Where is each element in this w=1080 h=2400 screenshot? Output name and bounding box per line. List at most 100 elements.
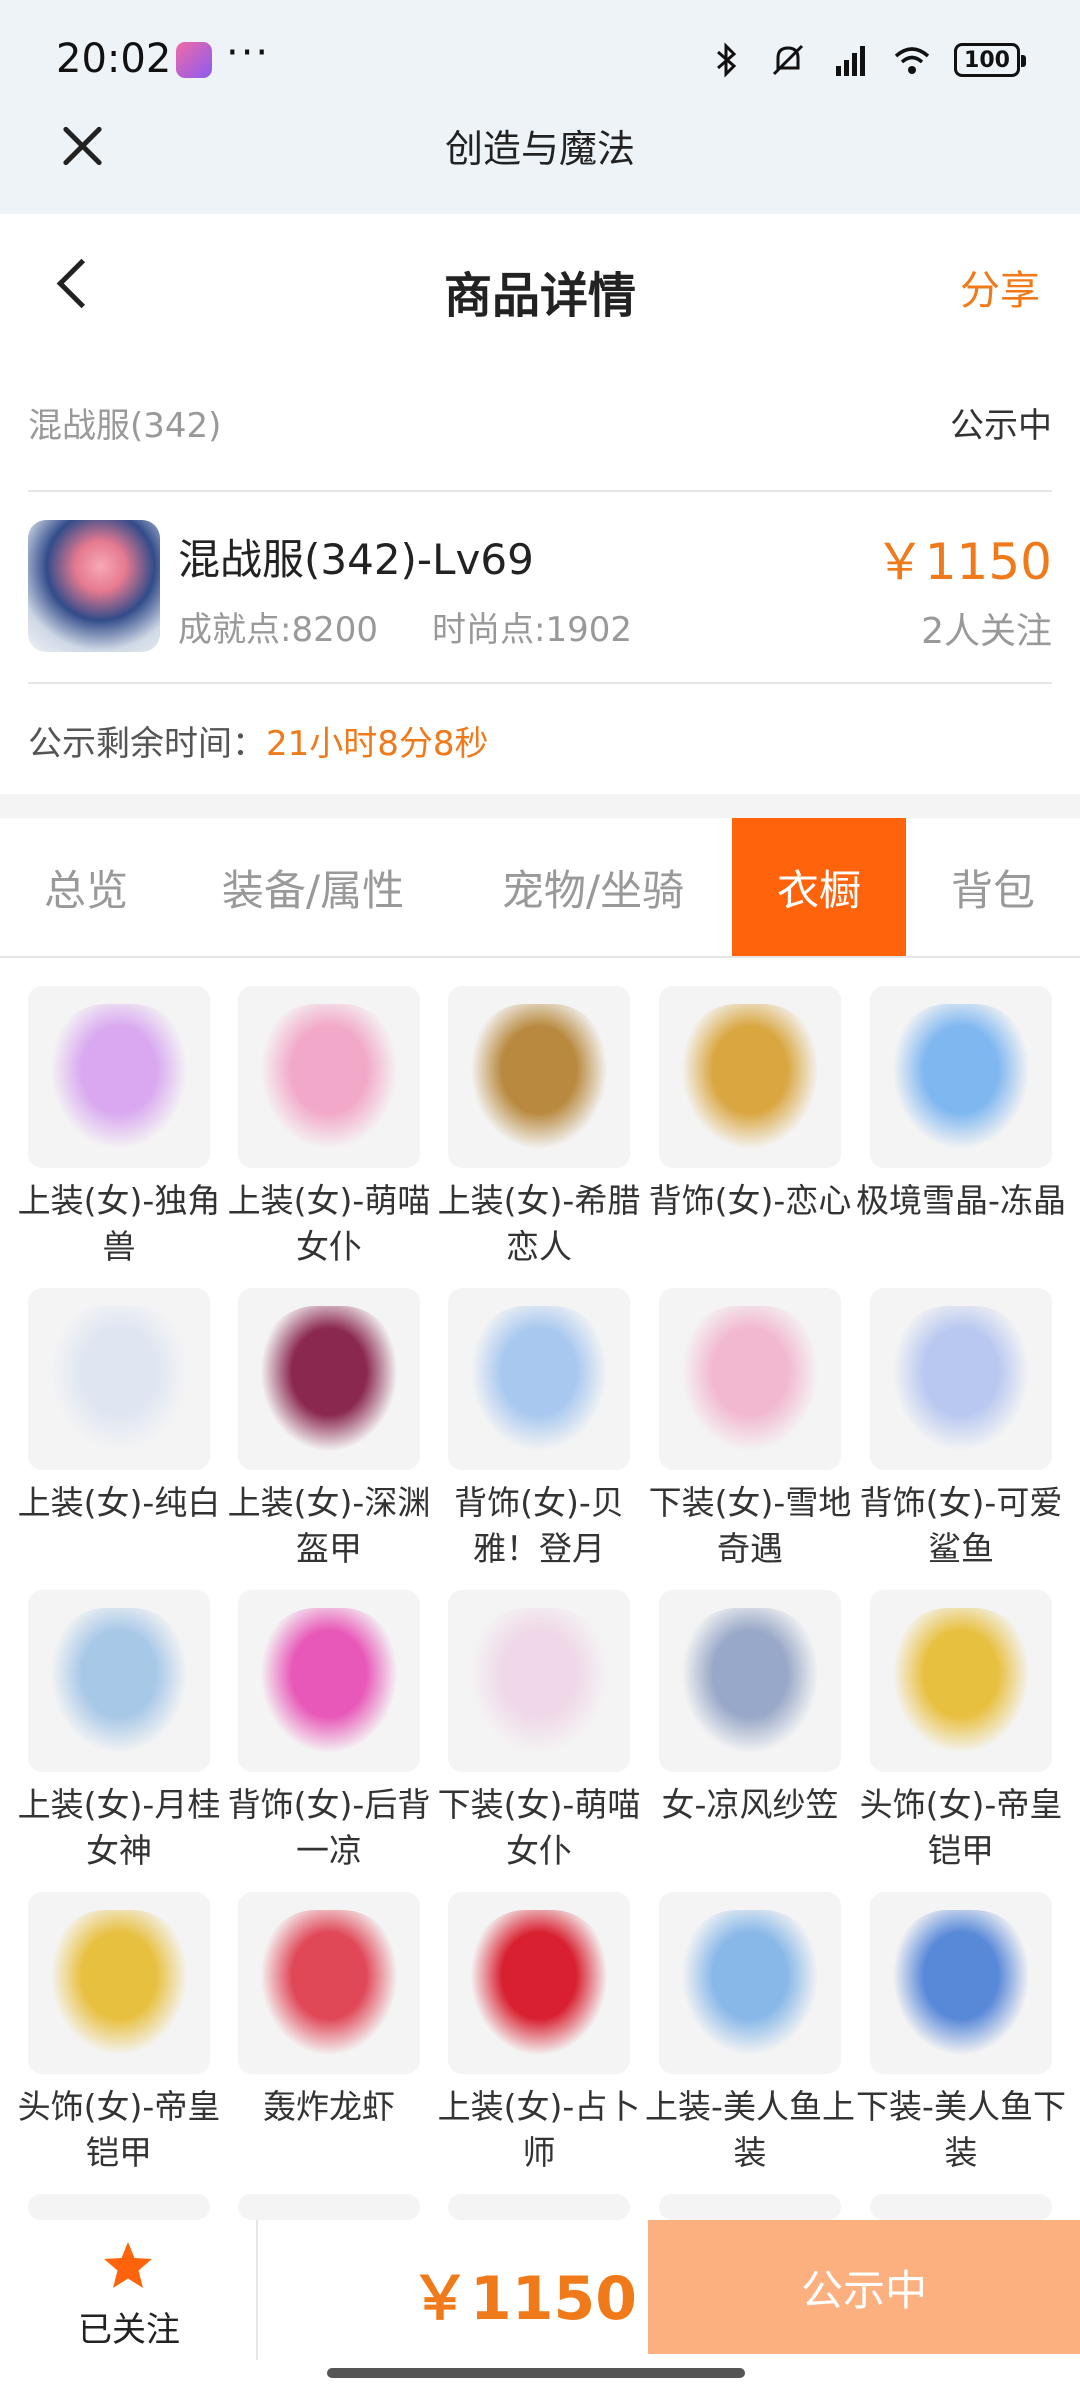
wardrobe-item[interactable]: 极境雪晶-冻晶 [856, 986, 1066, 1224]
mute-icon [772, 44, 804, 76]
wardrobe-item-thumbnail [448, 1590, 630, 1772]
wardrobe-item[interactable]: 上装(女)-独角兽 [18, 986, 220, 1270]
fortune-dress-icon [470, 1910, 608, 2056]
tab-overview[interactable]: 总览 [0, 818, 172, 956]
maid-stockings-icon [470, 1608, 608, 1754]
laurel-top-icon [50, 1608, 188, 1754]
wardrobe-item[interactable]: 上装(女)-月桂女神 [18, 1590, 220, 1874]
tab-pets-mounts[interactable]: 宠物/坐骑 [454, 818, 732, 956]
tab-equipment[interactable]: 装备/属性 [172, 818, 454, 956]
heart-wand-icon [681, 1004, 819, 1150]
follow-label: 已关注 [78, 2310, 180, 2350]
wardrobe-item-label: 上装(女)-萌喵女仆 [227, 1181, 431, 1266]
more-notifications-icon: ··· [226, 30, 271, 76]
wardrobe-item-thumbnail [448, 1288, 630, 1470]
follow-button[interactable]: 已关注 [0, 2220, 258, 2360]
wardrobe-item-label: 上装(女)-月桂女神 [17, 1785, 221, 1870]
mermaid-top-icon [681, 1910, 819, 2056]
wardrobe-item[interactable]: 上装(女)-纯白 [18, 1288, 220, 1526]
battery-icon: 100 [954, 43, 1026, 77]
share-button[interactable]: 分享 [960, 258, 1040, 316]
webview-title: 创造与魔法 [444, 127, 635, 171]
wardrobe-item-thumbnail [238, 2194, 420, 2220]
app-notification-icon [176, 42, 212, 78]
follower-count: 2人关注 [921, 611, 1052, 652]
wardrobe-item-label: 上装(女)-独角兽 [17, 1181, 221, 1266]
wardrobe-item[interactable]: 上装(女)-深渊盔甲 [228, 1288, 430, 1572]
wardrobe-item[interactable]: 下装(女)-雪地奇遇 [649, 1288, 851, 1572]
wardrobe-item[interactable]: 上装(女)-占卜师 [438, 1892, 640, 2176]
page-title: 商品详情 [443, 268, 636, 324]
home-indicator[interactable] [327, 2368, 745, 2378]
wardrobe-item-label: 上装(女)-占卜师 [437, 2087, 641, 2172]
bluetooth-icon [717, 42, 737, 78]
ice-cream-icon [260, 1608, 398, 1754]
wardrobe-item[interactable]: 上装(女)-萌喵女仆 [228, 986, 430, 1270]
top-area: 20:02 ··· 100 创造与魔法 [0, 0, 1080, 214]
wardrobe-item-thumbnail [238, 1288, 420, 1470]
wardrobe-item[interactable]: 上装-美人鱼上装 [645, 1892, 855, 2176]
wardrobe-item[interactable]: 上装(女)-希腊恋人 [438, 986, 640, 1270]
wardrobe-item[interactable]: 下装(女)-萌喵女仆 [438, 1590, 640, 1874]
wardrobe-item-thumbnail [448, 2194, 630, 2220]
greek-dress-icon [470, 1004, 608, 1150]
wardrobe-item-thumbnail [28, 1590, 210, 1772]
white-dress-icon [50, 1306, 188, 1452]
wardrobe-item-label: 上装(女)-深渊盔甲 [227, 1483, 431, 1568]
wardrobe-item-label: 背饰(女)-贝雅！登月 [454, 1483, 624, 1568]
status-action-button[interactable]: 公示中 [648, 2220, 1080, 2354]
tab-wardrobe[interactable]: 衣橱 [732, 818, 906, 956]
wardrobe-item-thumbnail [870, 2194, 1052, 2220]
fashion-points: 时尚点:1902 [432, 610, 632, 650]
countdown-label: 公示剩余时间： [28, 724, 266, 764]
wardrobe-item-label: 女-凉风纱笠 [661, 1785, 839, 1824]
abyss-armor-icon [260, 1306, 398, 1452]
tab-backpack[interactable]: 背包 [906, 818, 1080, 956]
wardrobe-item-thumbnail [870, 1288, 1052, 1470]
wardrobe-item[interactable]: 背饰(女)-后背一凉 [228, 1590, 430, 1874]
wardrobe-item-thumbnail [659, 1892, 841, 2074]
wardrobe-item-thumbnail [28, 1288, 210, 1470]
wardrobe-item-thumbnail [659, 1590, 841, 1772]
wardrobe-item[interactable]: 背饰(女)-恋心 [649, 986, 851, 1224]
mermaid-skirt-icon [892, 1910, 1030, 2056]
character-avatar [28, 520, 160, 652]
wardrobe-item-thumbnail [28, 986, 210, 1168]
wardrobe-item-thumbnail [448, 986, 630, 1168]
wardrobe-item-label: 下装(女)-雪地奇遇 [648, 1483, 852, 1568]
wardrobe-item-thumbnail [659, 1288, 841, 1470]
wifi-icon [894, 47, 930, 74]
wardrobe-item-thumbnail [238, 1892, 420, 2074]
wardrobe-item-label: 上装(女)-希腊恋人 [437, 1181, 641, 1266]
tab-bar: 总览 装备/属性 宠物/坐骑 衣橱 背包 [0, 818, 1080, 958]
wardrobe-item[interactable]: 下装-美人鱼下装 [856, 1892, 1066, 2176]
wardrobe-item-label: 背饰(女)-后背一凉 [227, 1785, 431, 1870]
emperor-helmet-icon [892, 1608, 1030, 1754]
page-header: 商品详情 分享 [0, 214, 1080, 354]
wardrobe-item[interactable]: 轰炸龙虾 [238, 1892, 420, 2130]
status-icons: 100 [706, 38, 1026, 82]
wardrobe-item[interactable]: 头饰(女)-帝皇铠甲 [18, 1892, 220, 2176]
listing-status: 公示中 [950, 406, 1052, 446]
wardrobe-item[interactable]: 背饰(女)-贝雅！登月 [448, 1288, 630, 1572]
wardrobe-item-thumbnail [870, 1590, 1052, 1772]
wardrobe-item-label: 极境雪晶-冻晶 [856, 1181, 1066, 1220]
wardrobe-item[interactable]: 头饰(女)-帝皇铠甲 [860, 1590, 1062, 1874]
wardrobe-item-thumbnail [238, 986, 420, 1168]
wardrobe-item[interactable]: 背饰(女)-可爱鲨鱼 [860, 1288, 1062, 1572]
item-title: 混战服(342)-Lv69 [178, 535, 534, 584]
emperor-helmet-icon [50, 1910, 188, 2056]
wardrobe-item-label: 背饰(女)-恋心 [648, 1181, 852, 1220]
bottom-price: ￥1150 [410, 2264, 637, 2334]
wardrobe-item[interactable]: 女-凉风纱笠 [659, 1590, 841, 1828]
wardrobe-item-label: 头饰(女)-帝皇铠甲 [17, 2087, 221, 2172]
unicorn-top-icon [50, 1004, 188, 1150]
wardrobe-item-thumbnail [28, 2194, 210, 2220]
bunny-astronaut-icon [470, 1306, 608, 1452]
status-bar: 20:02 ··· 100 [0, 0, 1080, 120]
wardrobe-item-thumbnail [659, 2194, 841, 2220]
star-icon [104, 2242, 152, 2288]
section-gap [0, 794, 1080, 818]
divider [28, 682, 1052, 684]
countdown: 公示剩余时间：21小时8分8秒 [28, 716, 489, 765]
